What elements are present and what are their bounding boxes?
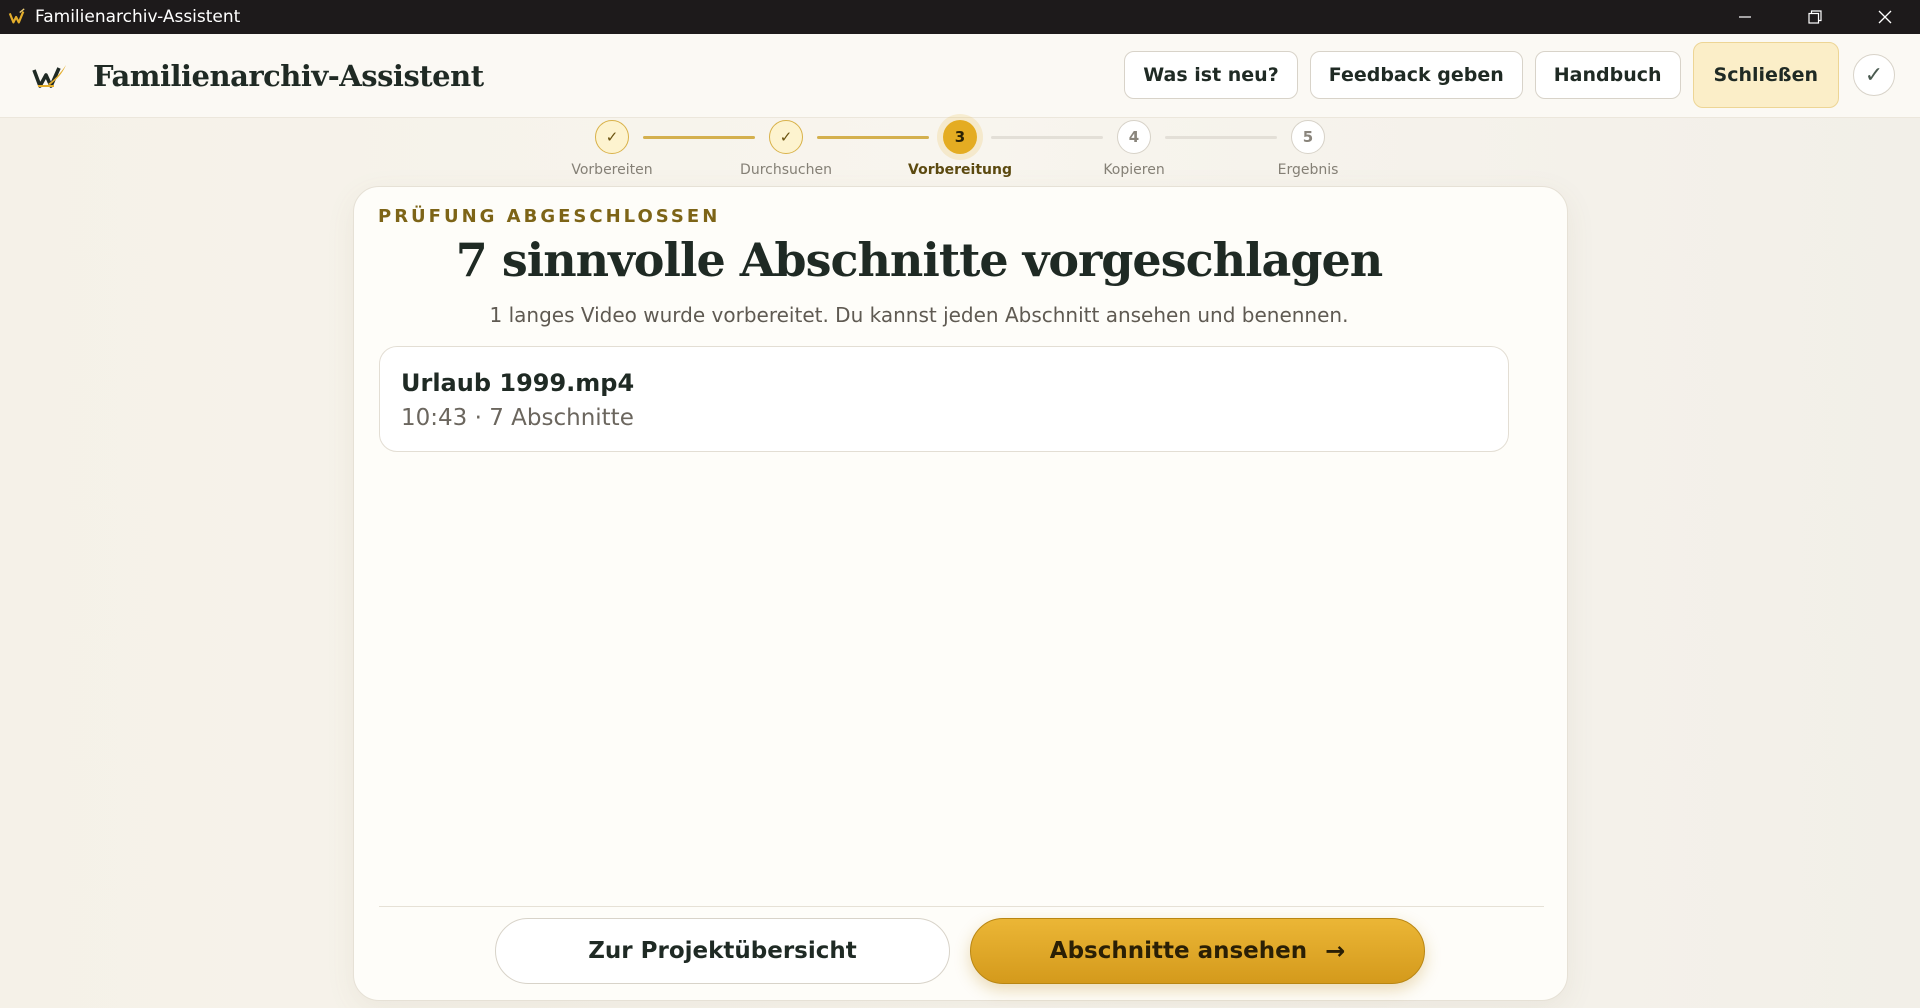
whats-new-button[interactable]: Was ist neu? bbox=[1124, 51, 1298, 99]
step-prepare: ✓ Vorbereiten bbox=[542, 120, 682, 178]
video-filename: Urlaub 1999.mp4 bbox=[401, 369, 635, 397]
window-title-bar: Familienarchiv-Assistent bbox=[0, 0, 1920, 34]
progress-stepper: ✓ Vorbereiten ✓ Durchsuchen 3 Vorbereitu… bbox=[0, 120, 1920, 180]
arrow-right-icon: → bbox=[1325, 937, 1346, 965]
step-label: Vorbereitung bbox=[908, 162, 1012, 178]
status-eyebrow: PRÜFUNG ABGESCHLOSSEN bbox=[378, 206, 721, 227]
app-logo-icon bbox=[8, 8, 25, 24]
view-sections-label: Abschnitte ansehen bbox=[1049, 938, 1308, 964]
step-result: 5 Ergebnis bbox=[1238, 120, 1378, 178]
manual-button[interactable]: Handbuch bbox=[1534, 51, 1681, 99]
step-label: Durchsuchen bbox=[740, 162, 832, 178]
window-close-button[interactable] bbox=[1850, 0, 1920, 34]
step-preparation: 3 Vorbereitung bbox=[890, 120, 1030, 178]
minimize-icon bbox=[1739, 16, 1751, 18]
feedback-button[interactable]: Feedback geben bbox=[1309, 51, 1523, 99]
step-number: 5 bbox=[1291, 120, 1325, 154]
window-title: Familienarchiv-Assistent bbox=[35, 7, 241, 27]
app-title: Familienarchiv-Assistent bbox=[93, 59, 484, 93]
checkmark-icon: ✓ bbox=[595, 120, 629, 154]
step-label: Vorbereiten bbox=[571, 162, 653, 178]
status-check-button[interactable]: ✓ bbox=[1853, 54, 1895, 96]
close-icon bbox=[1878, 10, 1892, 24]
window-controls bbox=[1710, 0, 1920, 34]
minimize-button[interactable] bbox=[1710, 0, 1780, 34]
checkmark-icon: ✓ bbox=[1864, 62, 1884, 88]
view-sections-button[interactable]: Abschnitte ansehen → bbox=[970, 918, 1425, 984]
project-overview-button[interactable]: Zur Projektübersicht bbox=[495, 918, 950, 984]
brand: Familienarchiv-Assistent bbox=[32, 34, 484, 118]
page-title: 7 sinnvolle Abschnitte vorgeschlagen bbox=[455, 233, 1383, 287]
step-copy: 4 Kopieren bbox=[1064, 120, 1204, 178]
footer-divider bbox=[379, 906, 1544, 907]
page-subtitle: 1 langes Video wurde vorbereitet. Du kan… bbox=[489, 303, 1349, 327]
step-number: 4 bbox=[1117, 120, 1151, 154]
restore-button[interactable] bbox=[1780, 0, 1850, 34]
video-meta: 10:43 · 7 Abschnitte bbox=[401, 405, 634, 431]
step-number: 3 bbox=[943, 120, 977, 154]
main-card: PRÜFUNG ABGESCHLOSSEN 7 sinnvolle Abschn… bbox=[353, 186, 1568, 1001]
app-header: Familienarchiv-Assistent Was ist neu? Fe… bbox=[0, 34, 1920, 118]
video-list-item[interactable]: Urlaub 1999.mp4 10:43 · 7 Abschnitte bbox=[379, 346, 1509, 452]
step-browse: ✓ Durchsuchen bbox=[716, 120, 856, 178]
step-label: Kopieren bbox=[1103, 162, 1165, 178]
brand-logo-icon bbox=[32, 65, 66, 88]
step-label: Ergebnis bbox=[1277, 162, 1339, 178]
checkmark-icon: ✓ bbox=[769, 120, 803, 154]
restore-icon bbox=[1808, 10, 1822, 24]
close-app-button[interactable]: Schließen bbox=[1692, 42, 1839, 108]
header-actions: Was ist neu? Feedback geben Handbuch Sch… bbox=[1112, 42, 1895, 108]
